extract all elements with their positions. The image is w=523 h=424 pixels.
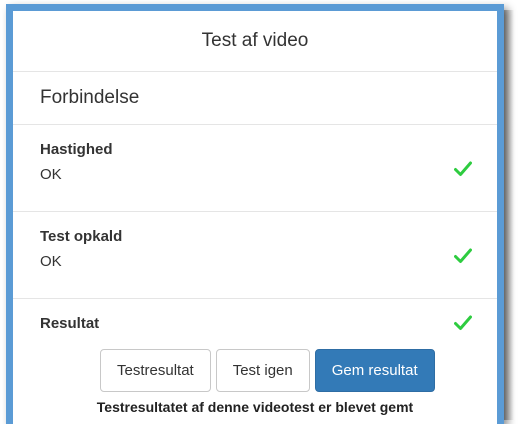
- video-test-dialog: Test af video Forbindelse Hastighed OK T…: [6, 4, 504, 424]
- result-row-speed: Hastighed OK: [13, 125, 497, 212]
- row-value: OK: [40, 253, 62, 270]
- dialog-title: Test af video: [13, 11, 497, 72]
- checkmark-icon: [454, 315, 472, 330]
- save-result-button[interactable]: Gem resultat: [314, 349, 435, 392]
- window-shadow: [504, 10, 514, 420]
- row-label: Hastighed: [40, 141, 113, 158]
- row-label: Resultat: [40, 315, 100, 332]
- checkmark-icon: [454, 248, 472, 263]
- saved-message: Testresultatet af denne videotest er ble…: [96, 399, 414, 415]
- test-result-button[interactable]: Testresultat: [100, 349, 211, 392]
- checkmark-icon: [454, 161, 472, 176]
- result-row-test-call: Test opkald OK: [13, 212, 497, 299]
- action-buttons: Testresultat Test igen Gem resultat: [100, 349, 435, 392]
- row-value: OK: [40, 166, 62, 183]
- section-title: Forbindelse: [13, 72, 497, 125]
- row-label: Test opkald: [40, 228, 123, 245]
- test-again-button[interactable]: Test igen: [215, 349, 310, 392]
- result-row-result: Resultat: [13, 299, 497, 345]
